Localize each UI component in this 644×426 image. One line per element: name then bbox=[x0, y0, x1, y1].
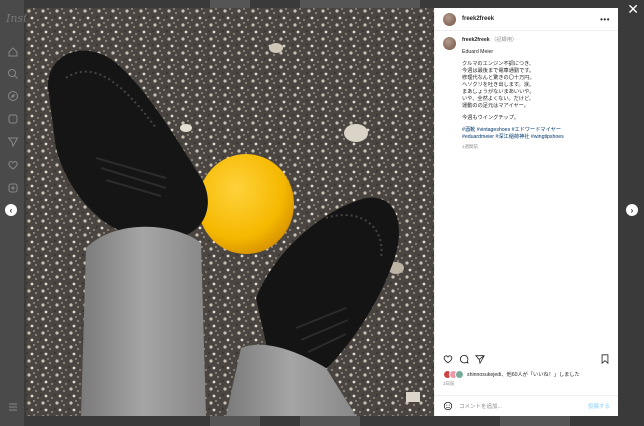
hashtag-line[interactable]: #eduardmeier #深江稲荷神社 #wingtipshoes bbox=[462, 134, 610, 141]
create-icon[interactable] bbox=[7, 182, 19, 194]
comment-icon[interactable] bbox=[459, 354, 469, 364]
post-modal: freek2freek ••• freek2freek （記録用） Eduard… bbox=[26, 8, 618, 416]
caption-line: ヘソクリを吐き出します。涙。 bbox=[462, 82, 535, 88]
background-thumbnail bbox=[210, 416, 260, 426]
caption-username[interactable]: freek2freek bbox=[462, 37, 490, 43]
caption-line: まあしょうがないまあいいや。 bbox=[462, 89, 535, 95]
action-bar bbox=[435, 352, 618, 366]
caption-body: freek2freek （記録用） Eduard Meier クルマのエンジン不… bbox=[462, 37, 610, 150]
background-thumbnail bbox=[500, 416, 570, 426]
avatar bbox=[455, 370, 464, 379]
post-timestamp: 3日前 bbox=[443, 381, 455, 386]
caption: freek2freek （記録用） Eduard Meier クルマのエンジン不… bbox=[435, 31, 618, 156]
background-thumbnail bbox=[210, 0, 250, 8]
background-logo: Inst bbox=[6, 12, 28, 25]
post-comment-button[interactable]: 投稿する bbox=[588, 402, 610, 410]
bookmark-icon[interactable] bbox=[600, 354, 610, 364]
avatar[interactable] bbox=[443, 12, 456, 26]
background-thumbnail bbox=[300, 416, 360, 426]
caption-line: クルマのエンジン不調につき、 bbox=[462, 61, 535, 67]
comment-bar: コメントを追加... 投稿する bbox=[435, 395, 618, 416]
like-heart-icon[interactable] bbox=[443, 354, 453, 364]
close-icon[interactable]: ✕ bbox=[627, 2, 639, 16]
likes-summary[interactable]: shinnosukejedi、他60人が「いいね！」しました bbox=[443, 370, 580, 379]
share-icon[interactable] bbox=[475, 354, 485, 364]
post-username[interactable]: freek2freek bbox=[462, 16, 494, 22]
shoes-photo-illustration bbox=[26, 8, 434, 416]
caption-edited-label: （記録用） bbox=[491, 37, 518, 43]
avatar[interactable] bbox=[443, 37, 456, 50]
background-thumbnail bbox=[300, 0, 420, 8]
orange-fruit bbox=[198, 154, 294, 254]
previous-post-button[interactable]: ‹ bbox=[5, 204, 17, 216]
explore-icon[interactable] bbox=[7, 90, 19, 102]
notifications-icon[interactable] bbox=[7, 159, 19, 171]
reels-icon[interactable] bbox=[7, 113, 19, 125]
caption-line: 運動のの足元はマアイヤー。 bbox=[462, 103, 529, 109]
next-post-button[interactable]: › bbox=[626, 204, 638, 216]
home-icon[interactable] bbox=[7, 46, 19, 58]
hashtag-line[interactable]: #酒靴 #vintageshoes #エドワードマイヤー bbox=[462, 127, 610, 134]
caption-line: 修理代なんと驚きの〇十万円。 bbox=[462, 75, 535, 81]
menu-icon[interactable] bbox=[7, 401, 19, 413]
likes-text[interactable]: shinnosukejedi、他60人が「いいね！」しました bbox=[467, 371, 580, 378]
search-icon[interactable] bbox=[7, 68, 19, 80]
caption-line: 今週は最後まで電車通勤です。 bbox=[462, 68, 535, 74]
comment-input[interactable]: コメントを追加... bbox=[459, 402, 588, 410]
post-side-panel: freek2freek ••• freek2freek （記録用） Eduard… bbox=[434, 8, 618, 416]
caption-line: Eduard Meier bbox=[462, 49, 494, 55]
emoji-icon[interactable] bbox=[443, 401, 453, 411]
post-photo[interactable] bbox=[26, 8, 434, 416]
messages-icon[interactable] bbox=[7, 136, 19, 148]
caption-time: 1週間前 bbox=[462, 144, 479, 149]
post-header: freek2freek ••• bbox=[435, 8, 618, 31]
caption-line: いや、全然よくない。だけど、 bbox=[462, 96, 535, 102]
more-options-icon[interactable]: ••• bbox=[600, 15, 610, 24]
caption-line: 今週もウイングチップ。 bbox=[462, 115, 519, 121]
